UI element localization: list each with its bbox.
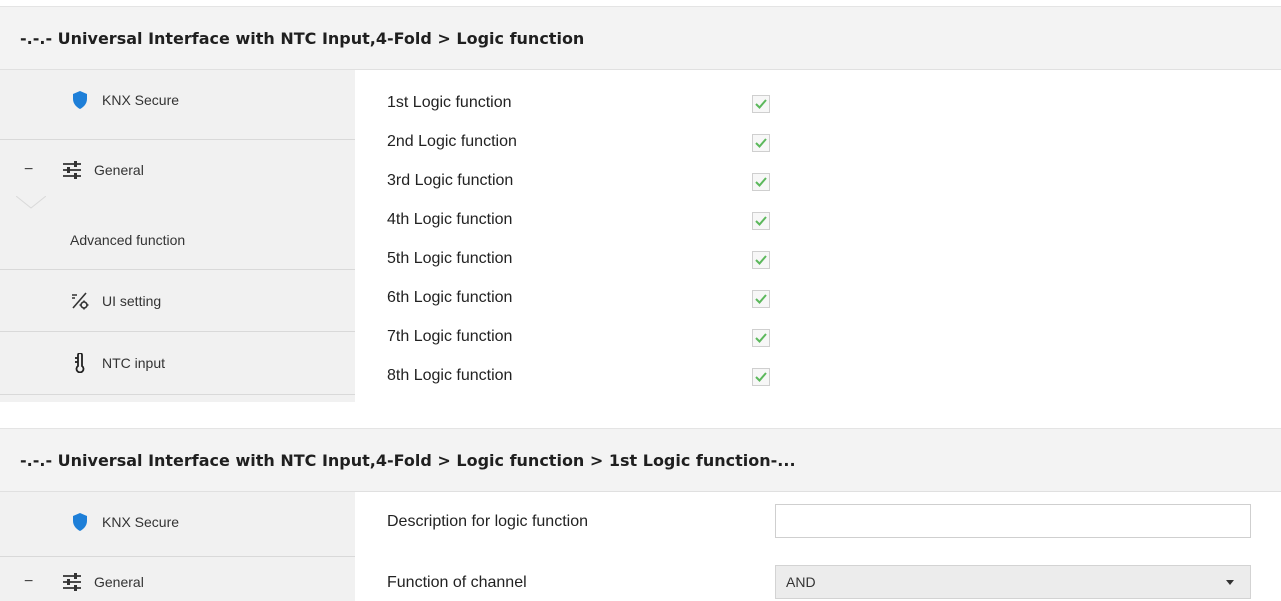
sidebar-item-knx-secure[interactable]: KNX Secure	[0, 70, 355, 130]
sliders-icon	[60, 160, 84, 180]
sidebar-item-label: Advanced function	[70, 232, 186, 248]
check-icon	[755, 294, 767, 304]
logic-function-detail-panel: -.-.- Universal Interface with NTC Input…	[0, 428, 1281, 601]
function-of-channel-select[interactable]: AND	[775, 565, 1251, 599]
chevron-down-icon	[1226, 580, 1234, 585]
sidebar-item-label: NTC input	[102, 355, 166, 371]
logic-function-1-checkbox[interactable]	[752, 95, 770, 113]
list-item-label: 4th Logic function	[387, 211, 513, 228]
selection-pointer-icon	[16, 196, 46, 209]
list-item-label: 6th Logic function	[387, 289, 513, 306]
collapse-icon[interactable]: −	[24, 161, 60, 179]
shield-icon	[68, 512, 92, 532]
description-input[interactable]	[775, 504, 1251, 538]
sidebar-item-label: General	[94, 162, 144, 178]
check-icon	[755, 216, 767, 226]
logic-function-panel: -.-.- Universal Interface with NTC Input…	[0, 6, 1281, 402]
function-of-channel-label: Function of channel	[387, 574, 527, 591]
sidebar-item-label: UI setting	[102, 293, 162, 309]
check-icon	[755, 99, 767, 109]
list-item-label: 1st Logic function	[387, 94, 512, 111]
shield-icon	[68, 90, 92, 110]
logic-function-5-checkbox[interactable]	[752, 251, 770, 269]
logic-function-7-checkbox[interactable]	[752, 329, 770, 347]
sidebar-item-advanced-function[interactable]: Advanced function	[0, 210, 355, 270]
sidebar-item-label: KNX Secure	[102, 92, 180, 108]
logic-function-6-checkbox[interactable]	[752, 290, 770, 308]
select-value: AND	[786, 574, 816, 590]
logic-function-3-checkbox[interactable]	[752, 173, 770, 191]
panel-title: -.-.- Universal Interface with NTC Input…	[0, 6, 1281, 70]
sidebar: KNX Secure − General	[0, 492, 355, 601]
panel-title: -.-.- Universal Interface with NTC Input…	[0, 428, 1281, 492]
description-label: Description for logic function	[387, 513, 588, 530]
check-icon	[755, 333, 767, 343]
logic-function-4-checkbox[interactable]	[752, 212, 770, 230]
logic-function-list: 1st Logic function 2nd Logic function 3r…	[355, 70, 1281, 402]
collapse-icon[interactable]: −	[24, 573, 60, 591]
list-item-label: 7th Logic function	[387, 328, 513, 345]
logic-function-8-checkbox[interactable]	[752, 368, 770, 386]
check-icon	[755, 177, 767, 187]
sidebar-item-general[interactable]: − General	[0, 557, 355, 601]
sidebar: KNX Secure − General Advanced function U…	[0, 70, 355, 402]
list-item-label: 5th Logic function	[387, 250, 513, 267]
check-icon	[755, 138, 767, 148]
list-item-label: 2nd Logic function	[387, 133, 517, 150]
ui-setting-icon	[68, 291, 92, 311]
sidebar-item-ntc-input[interactable]: NTC input	[0, 332, 355, 394]
check-icon	[755, 255, 767, 265]
logic-function-2-checkbox[interactable]	[752, 134, 770, 152]
logic-function-settings: Description for logic function Function …	[355, 492, 1281, 601]
ntc-probe-icon	[68, 353, 92, 373]
sidebar-item-knx-secure[interactable]: KNX Secure	[0, 492, 355, 552]
sidebar-item-ui-setting[interactable]: UI setting	[0, 270, 355, 332]
sliders-icon	[60, 572, 84, 592]
sidebar-item-label: General	[94, 574, 144, 590]
sidebar-item-general[interactable]: − General	[0, 140, 355, 200]
list-item-label: 3rd Logic function	[387, 172, 514, 189]
sidebar-item-label: KNX Secure	[102, 514, 180, 530]
list-item-label: 8th Logic function	[387, 367, 513, 384]
check-icon	[755, 372, 767, 382]
